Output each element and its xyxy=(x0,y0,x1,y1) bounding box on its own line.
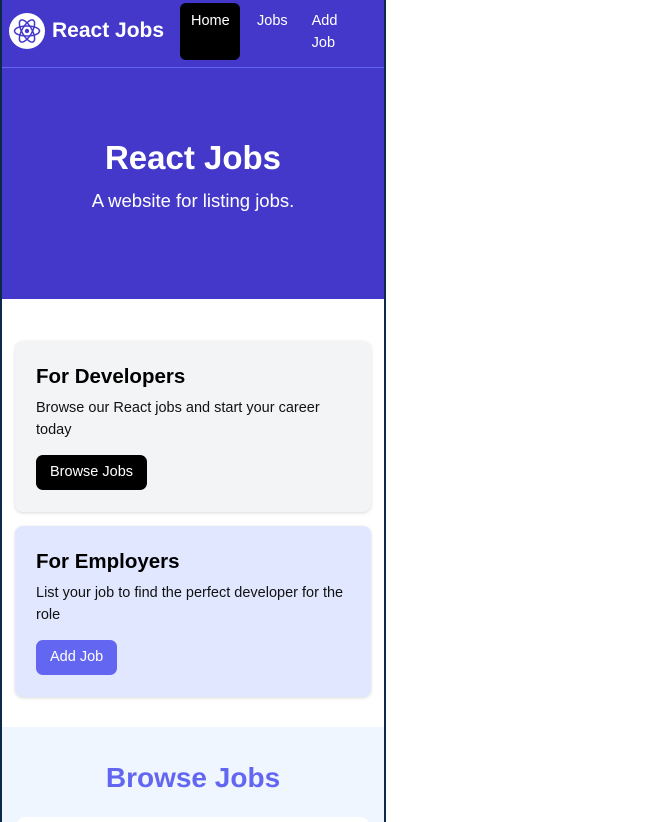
employers-card-title: For Employers xyxy=(36,550,180,573)
developers-card-title: For Developers xyxy=(36,365,186,388)
employers-card-text: List your job to find the perfect develo… xyxy=(36,585,344,623)
nav-links: Home Jobs Add Job xyxy=(180,3,351,61)
navbar: React Jobs Home Jobs Add Job xyxy=(2,0,384,68)
browse-jobs-section: Browse Jobs xyxy=(2,727,384,822)
browse-jobs-button[interactable]: Browse Jobs xyxy=(36,455,148,490)
brand-link[interactable]: React Jobs xyxy=(9,13,164,49)
hero-title: React Jobs xyxy=(104,139,282,176)
employers-card: For Employers List your job to find the … xyxy=(15,526,371,697)
nav-link-jobs[interactable]: Jobs xyxy=(246,3,299,61)
hero-subtitle: A website for listing jobs. xyxy=(91,190,295,211)
job-listing-card[interactable] xyxy=(17,817,369,822)
nav-link-home[interactable]: Home xyxy=(180,3,240,60)
home-cards: For Developers Browse our React jobs and… xyxy=(2,299,384,697)
nav-link-add-job[interactable]: Add Job xyxy=(301,3,351,61)
app-viewport: React Jobs Home Jobs Add Job React Jobs … xyxy=(0,0,386,822)
add-job-button[interactable]: Add Job xyxy=(36,640,118,675)
hero-section: React Jobs A website for listing jobs. xyxy=(2,68,384,299)
browse-jobs-title: Browse Jobs xyxy=(105,762,281,793)
brand-name: React Jobs xyxy=(52,19,165,42)
developers-card: For Developers Browse our React jobs and… xyxy=(15,341,371,512)
developers-card-text: Browse our React jobs and start your car… xyxy=(36,400,320,438)
react-logo-icon xyxy=(9,13,45,49)
